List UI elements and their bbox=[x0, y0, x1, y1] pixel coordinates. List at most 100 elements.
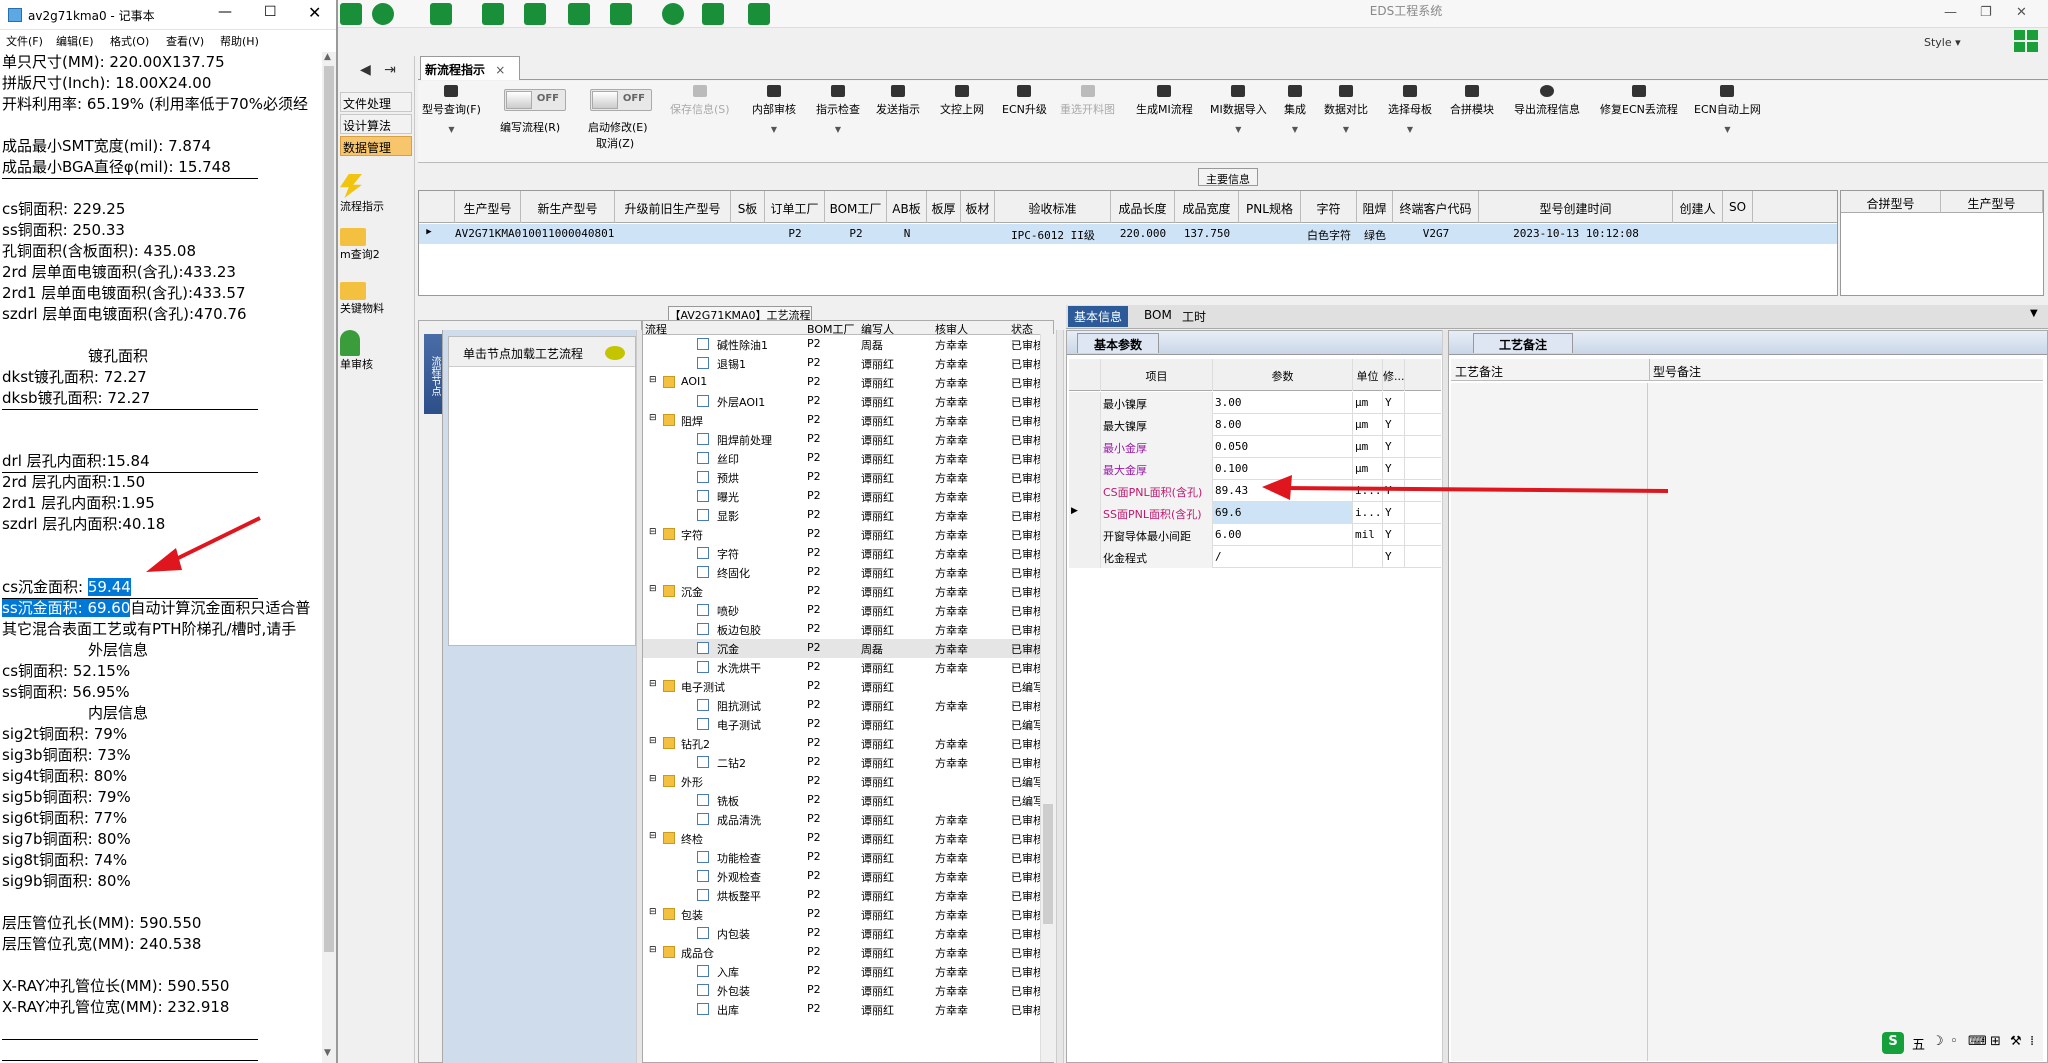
internal-review-button[interactable]: 内部审核 ▼ bbox=[752, 85, 796, 134]
tree-node[interactable]: 碱性除油1 P2 周磊 方幸幸 已审核 bbox=[643, 335, 1053, 354]
search-icon[interactable] bbox=[340, 3, 362, 25]
write-process-toggle[interactable]: OFF bbox=[504, 89, 566, 111]
tree-node[interactable]: 沉金 P2 周磊 方幸幸 已审核 bbox=[643, 639, 1053, 658]
expand-toggle-icon[interactable]: ⊟ bbox=[649, 907, 657, 917]
start-modify-toggle[interactable]: OFF bbox=[590, 89, 652, 111]
tree-node[interactable]: 退锡1 P2 谭丽红 方幸幸 已审核 bbox=[643, 354, 1053, 373]
tab-dropdown-icon[interactable]: ▼ bbox=[2030, 308, 2038, 319]
tree-node[interactable]: 字符 P2 谭丽红 方幸幸 已审核 bbox=[643, 544, 1053, 563]
tree-node[interactable]: 成品清洗 P2 谭丽红 方幸幸 已审核 bbox=[643, 810, 1053, 829]
reselect-cutting-button[interactable]: 重选开料图 bbox=[1060, 85, 1115, 117]
tree-node[interactable]: 阻抗测试 P2 谭丽红 方幸幸 已审核 bbox=[643, 696, 1053, 715]
param-cell[interactable]: / bbox=[1213, 546, 1353, 568]
col-header[interactable]: 型号备注 bbox=[1653, 363, 1701, 380]
instruction-check-button[interactable]: 指示检查 ▼ bbox=[816, 85, 860, 134]
process-node-vertical-tab[interactable]: 流程节点 bbox=[424, 334, 442, 414]
col-header[interactable]: 创建人 bbox=[1673, 191, 1723, 223]
dropdown-arrow-icon[interactable]: ▼ bbox=[422, 125, 481, 134]
tree-node[interactable]: ⊟ 阻焊 P2 谭丽红 方幸幸 已审核 bbox=[643, 411, 1053, 430]
col-header[interactable]: 合拼型号 bbox=[1841, 191, 1941, 213]
repair-ecn-button[interactable]: 修复ECN丢流程 bbox=[1600, 85, 1678, 117]
tree-node[interactable]: ⊟ 钻孔2 P2 谭丽红 方幸幸 已审核 bbox=[643, 734, 1053, 753]
tree-node[interactable]: 板边包胶 P2 谭丽红 方幸幸 已审核 bbox=[643, 620, 1053, 639]
col-header[interactable]: 成品宽度 bbox=[1175, 191, 1239, 223]
ecn-upgrade-button[interactable]: ECN升级 bbox=[1002, 85, 1047, 117]
generate-mi-process-button[interactable]: 生成MI流程 bbox=[1136, 85, 1193, 117]
col-header[interactable]: 新生产型号 bbox=[521, 191, 615, 223]
tree-node[interactable]: 出库 P2 谭丽红 方幸幸 已审核 bbox=[643, 1000, 1053, 1019]
scrollbar-thumb[interactable] bbox=[324, 66, 334, 952]
menu-view[interactable]: 查看(V) bbox=[166, 33, 204, 49]
tab-work-hours[interactable]: 工时 bbox=[1182, 308, 1206, 325]
tree-node[interactable]: 入库 P2 谭丽红 方幸幸 已审核 bbox=[643, 962, 1053, 981]
col-header[interactable]: 项目 bbox=[1101, 359, 1213, 391]
tab-basic-info[interactable]: 基本信息 bbox=[1068, 306, 1129, 327]
chart-icon[interactable] bbox=[702, 3, 724, 25]
col-header[interactable]: 生产型号 bbox=[455, 191, 521, 223]
tree-node[interactable]: 二钻2 P2 谭丽红 方幸幸 已审核 bbox=[643, 753, 1053, 772]
expand-toggle-icon[interactable]: ⊟ bbox=[649, 584, 657, 594]
scroll-down-icon[interactable]: ▼ bbox=[324, 1048, 331, 1058]
col-header[interactable]: 升级前旧生产型号 bbox=[615, 191, 731, 223]
restore-icon[interactable]: ❐ bbox=[1980, 5, 1992, 20]
param-row[interactable]: ▶ SS面PNL面积(含孔) 69.6 i... Y bbox=[1069, 502, 1441, 524]
param-cell[interactable]: 6.00 bbox=[1213, 524, 1353, 546]
tree-node[interactable]: 烘板整平 P2 谭丽红 方幸幸 已审核 bbox=[643, 886, 1053, 905]
col-header[interactable]: 成品长度 bbox=[1111, 191, 1175, 223]
integrate-button[interactable]: 集成 ▼ bbox=[1284, 85, 1306, 134]
minimize-icon[interactable]: — bbox=[1944, 5, 1957, 20]
lifebuoy-icon[interactable] bbox=[372, 3, 394, 25]
col-header[interactable]: 板厚 bbox=[927, 191, 961, 223]
dropdown-arrow-icon[interactable]: ▼ bbox=[1694, 125, 1761, 134]
tree-node[interactable]: 内包装 P2 谭丽红 方幸幸 已审核 bbox=[643, 924, 1053, 943]
dropdown-arrow-icon[interactable]: ▼ bbox=[1388, 125, 1432, 134]
param-row[interactable]: 最小镍厚 3.00 μm Y bbox=[1069, 392, 1441, 414]
col-header[interactable]: 单位 bbox=[1353, 359, 1383, 391]
col-header[interactable]: 工艺备注 bbox=[1455, 363, 1503, 380]
grid-icon[interactable] bbox=[610, 3, 632, 25]
tree-node[interactable]: ⊟ AOI1 P2 谭丽红 方幸幸 已审核 bbox=[643, 373, 1053, 392]
nav-process-instruction[interactable]: 流程指示 bbox=[340, 174, 384, 214]
col-header[interactable]: 订单工厂 bbox=[765, 191, 825, 223]
tree-node[interactable]: 曝光 P2 谭丽红 方幸幸 已审核 bbox=[643, 487, 1053, 506]
tree-node[interactable]: 预烘 P2 谭丽红 方幸幸 已审核 bbox=[643, 468, 1053, 487]
nav-key-material[interactable]: 关键物料 bbox=[340, 282, 384, 316]
table-row[interactable]: ▶ AV2G71KMA0 10011000040801 P2 P2 N IPC-… bbox=[419, 224, 1837, 244]
param-cell[interactable]: 0.050 bbox=[1213, 436, 1353, 458]
col-header[interactable]: 生产型号 bbox=[1941, 191, 2043, 213]
expand-toggle-icon[interactable]: ⊟ bbox=[649, 679, 657, 689]
tree-node[interactable]: ⊟ 包装 P2 谭丽红 方幸幸 已审核 bbox=[643, 905, 1053, 924]
dropdown-arrow-icon[interactable]: ▼ bbox=[1210, 125, 1267, 134]
dropdown-arrow-icon[interactable]: ▼ bbox=[1324, 125, 1368, 134]
tree-node[interactable]: 电子测试 P2 谭丽红 已编写 bbox=[643, 715, 1053, 734]
col-header[interactable]: 修... bbox=[1383, 359, 1405, 391]
scrollbar-thumb[interactable] bbox=[1043, 804, 1053, 924]
data-compare-button[interactable]: 数据对比 ▼ bbox=[1324, 85, 1368, 134]
menu-file[interactable]: 文件(F) bbox=[6, 33, 43, 49]
select-mother-board-button[interactable]: 选择母板 ▼ bbox=[1388, 85, 1432, 134]
send-instruction-button[interactable]: 发送指示 bbox=[876, 85, 920, 117]
expand-toggle-icon[interactable]: ⊟ bbox=[649, 413, 657, 423]
grid-icon[interactable]: ⊞ bbox=[1990, 1034, 2001, 1049]
monitor-icon[interactable] bbox=[748, 3, 770, 25]
tab-new-process[interactable]: 新流程指示 × bbox=[420, 56, 520, 80]
export-process-info-button[interactable]: 导出流程信息 bbox=[1514, 85, 1580, 117]
param-cell[interactable]: 69.6 bbox=[1213, 502, 1353, 524]
maximize-icon[interactable]: ☐ bbox=[264, 4, 277, 20]
col-header[interactable]: BOM工厂 bbox=[825, 191, 887, 223]
tab-close-icon[interactable]: × bbox=[495, 63, 505, 77]
scissors-icon[interactable] bbox=[482, 3, 504, 25]
tree-node[interactable]: 丝印 P2 谭丽红 方幸幸 已审核 bbox=[643, 449, 1053, 468]
param-row[interactable]: 最小金厚 0.050 μm Y bbox=[1069, 436, 1441, 458]
model-remark-field[interactable] bbox=[1649, 383, 2043, 1061]
dot-icon[interactable]: ◦ bbox=[1950, 1034, 1958, 1049]
param-cell[interactable]: 3.00 bbox=[1213, 392, 1353, 414]
nav-collapse-arrows[interactable]: ◀ ⇥ bbox=[360, 62, 396, 78]
user-icon[interactable] bbox=[662, 3, 684, 25]
table-icon[interactable] bbox=[430, 3, 452, 25]
scroll-up-icon[interactable]: ▲ bbox=[324, 52, 331, 62]
moon-icon[interactable]: ☽ bbox=[1932, 1034, 1944, 1049]
tree-node[interactable]: 外层AOI1 P2 谭丽红 方幸幸 已审核 bbox=[643, 392, 1053, 411]
tools-icon[interactable]: ⚒ bbox=[2010, 1034, 2022, 1049]
film-icon[interactable] bbox=[524, 3, 546, 25]
